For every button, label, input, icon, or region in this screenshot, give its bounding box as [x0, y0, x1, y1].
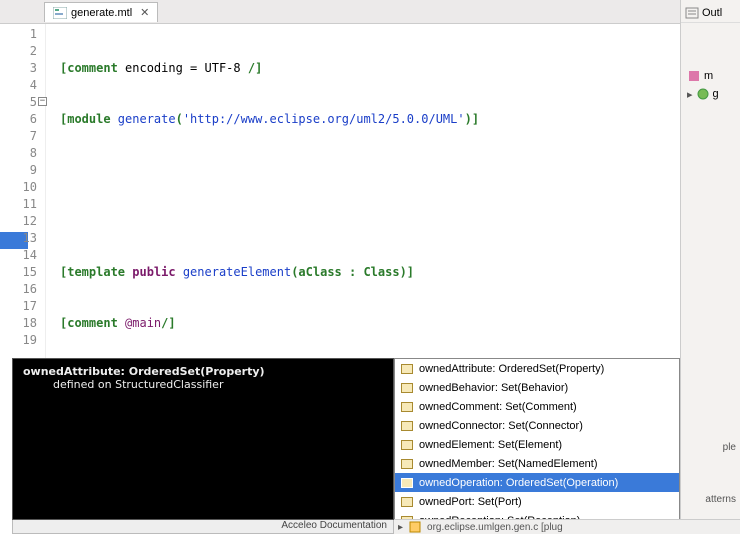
autocomplete-popup[interactable]: ownedAttribute: OrderedSet(Property) own… [394, 358, 680, 534]
outline-title: Outl [702, 7, 722, 19]
popup-item-selected[interactable]: ownedOperation: OrderedSet(Operation) [395, 473, 679, 492]
plugin-icon [409, 521, 421, 533]
side-text-patterns: atterns [705, 494, 736, 505]
outline-tab[interactable]: Outl [681, 4, 740, 23]
popup-item[interactable]: ownedElement: Set(Element) [395, 435, 679, 454]
property-icon [401, 364, 413, 374]
doc-hover: ownedAttribute: OrderedSet(Property) def… [12, 358, 394, 520]
doc-title: ownedAttribute: OrderedSet(Property) [23, 365, 383, 378]
editor-tab-generate[interactable]: generate.mtl ✕ [44, 2, 158, 22]
side-text-ple: ple [723, 442, 736, 453]
property-icon [401, 440, 413, 450]
outline-icon [685, 7, 699, 19]
popup-item[interactable]: ownedAttribute: OrderedSet(Property) [395, 359, 679, 378]
popup-item[interactable]: ownedMember: Set(NamedElement) [395, 454, 679, 473]
doc-body: defined on StructuredClassifier [23, 378, 383, 391]
editor-tab-label: generate.mtl [71, 7, 132, 19]
tree-expand-icon[interactable]: ▸ [398, 522, 403, 533]
property-icon [401, 383, 413, 393]
close-icon[interactable]: ✕ [140, 6, 149, 19]
bottom-status: ▸ org.eclipse.umlgen.gen.c [plug [394, 519, 740, 534]
doc-footer[interactable]: Acceleo Documentation [12, 520, 394, 534]
bottom-text: org.eclipse.umlgen.gen.c [plug [427, 522, 563, 533]
editor-tabbar: generate.mtl ✕ ▭ ▢ [0, 0, 740, 24]
outline-panel: Outl m ▸ g ple atterns [680, 0, 740, 534]
property-icon [401, 421, 413, 431]
property-icon [401, 478, 413, 488]
fold-toggle[interactable]: − [38, 97, 47, 106]
property-icon [401, 402, 413, 412]
outline-item-module[interactable]: m [681, 67, 740, 85]
property-icon [401, 497, 413, 507]
outline-item-template[interactable]: ▸ g [681, 85, 740, 103]
popup-item[interactable]: ownedBehavior: Set(Behavior) [395, 378, 679, 397]
popup-item[interactable]: ownedPort: Set(Port) [395, 492, 679, 511]
property-icon [401, 459, 413, 469]
file-mtl-icon [53, 7, 67, 19]
popup-item[interactable]: ownedComment: Set(Comment) [395, 397, 679, 416]
popup-item[interactable]: ownedConnector: Set(Connector) [395, 416, 679, 435]
